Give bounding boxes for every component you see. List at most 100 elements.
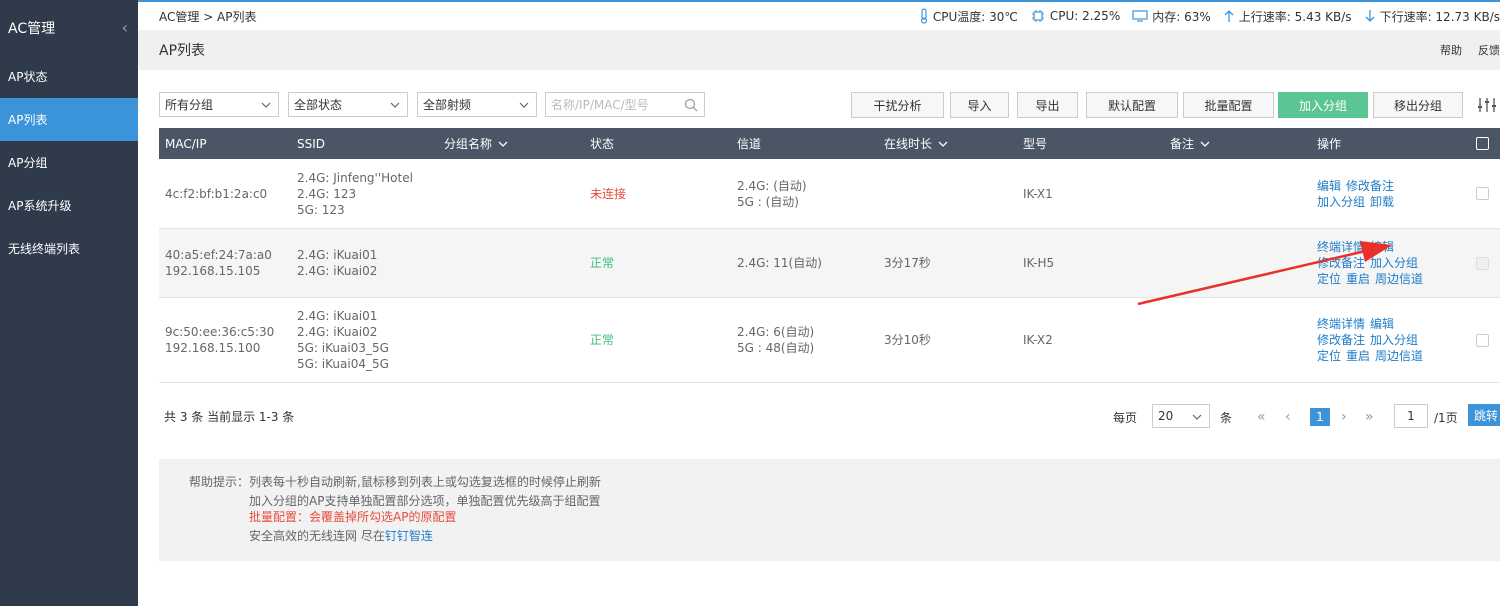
feedback-link[interactable]: 反馈 — [1478, 42, 1500, 58]
memory-stat: 内存: 63% — [1132, 8, 1211, 25]
chevron-down-icon — [1192, 414, 1202, 420]
chevron-down-icon — [519, 102, 529, 108]
restart-link[interactable]: 重启 — [1346, 272, 1370, 286]
per-page-value: 20 — [1158, 409, 1174, 423]
nearby-channel-link[interactable]: 周边信道 — [1375, 349, 1423, 363]
ip-address: 192.168.15.100 — [165, 341, 261, 355]
jump-button[interactable]: 跳转 — [1468, 404, 1500, 426]
chevron-down-icon — [390, 102, 400, 108]
interference-analysis-button[interactable]: 干扰分析 — [851, 92, 944, 118]
default-config-button[interactable]: 默认配置 — [1086, 92, 1178, 118]
prev-page-icon[interactable]: ‹ — [1285, 409, 1291, 425]
cell-ops: 终端详情 编辑 修改备注 加入分组 定位 重启 周边信道 — [1317, 229, 1428, 297]
sidebar-item-ap-list[interactable]: AP列表 — [0, 98, 138, 141]
import-button[interactable]: 导入 — [950, 92, 1009, 118]
leave-group-button[interactable]: 移出分组 — [1373, 92, 1463, 118]
nearby-channel-link[interactable]: 周边信道 — [1375, 272, 1423, 286]
client-details-link[interactable]: 终端详情 — [1317, 317, 1365, 331]
edit-remark-link[interactable]: 修改备注 — [1346, 179, 1394, 193]
locate-link[interactable]: 定位 — [1317, 349, 1341, 363]
model-text: IK-X2 — [1023, 333, 1053, 347]
sidebar-item-label: AP系统升级 — [8, 199, 72, 213]
sidebar-item-ap-group[interactable]: AP分组 — [0, 141, 138, 184]
select-all-checkbox[interactable] — [1476, 137, 1489, 150]
join-group-link[interactable]: 加入分组 — [1370, 333, 1418, 347]
group-select[interactable]: 所有分组 — [159, 92, 279, 117]
channel-line: 5G : 48(自动) — [737, 341, 815, 355]
channel-line: 2.4G: 11(自动) — [737, 256, 822, 270]
status-text: 未连接 — [590, 186, 627, 201]
row-checkbox[interactable] — [1476, 333, 1489, 347]
edit-remark-link[interactable]: 修改备注 — [1317, 333, 1365, 347]
sidebar-item-ap-upgrade[interactable]: AP系统升级 — [0, 184, 138, 227]
arrow-up-icon — [1224, 10, 1234, 22]
ip-address: 192.168.15.105 — [165, 264, 261, 278]
breadcrumb: AC管理 > AP列表 — [159, 9, 257, 24]
ops-line: 编辑 修改备注 — [1317, 178, 1399, 194]
dingding-link[interactable]: 钉钉智连 — [385, 529, 433, 543]
row-checkbox[interactable] — [1476, 187, 1489, 200]
sidebar-header: AC管理 ‹ — [0, 0, 138, 55]
download-stat: 下行速率: 12.73 KB/s — [1364, 8, 1500, 25]
uptime-text: 3分10秒 — [884, 333, 931, 347]
help-line-1: 帮助提示：列表每十秒自动刷新,鼠标移到列表上或勾选复选框的时候停止刷新 — [189, 473, 601, 491]
locate-link[interactable]: 定位 — [1317, 272, 1341, 286]
mac-address: 9c:50:ee:36:c5:30 — [165, 325, 275, 339]
edit-link[interactable]: 编辑 — [1317, 179, 1341, 193]
title-links: 帮助 反馈 — [1424, 42, 1500, 58]
column-uptime[interactable]: 在线时长 — [884, 128, 950, 159]
help-line-4: 安全高效的无线连网 尽在钉钉智连 — [249, 527, 433, 545]
band-select[interactable]: 全部射频 — [417, 92, 537, 117]
column-remark[interactable]: 备注 — [1170, 128, 1212, 159]
edit-link[interactable]: 编辑 — [1370, 240, 1394, 254]
cpu-temp-stat: CPU温度: 30℃ — [919, 8, 1018, 25]
batch-config-button[interactable]: 批量配置 — [1183, 92, 1274, 118]
ssid-line: 2.4G: iKuai01 — [297, 309, 378, 323]
table-row: 9c:50:ee:36:c5:30 192.168.15.100 2.4G: i… — [159, 298, 1500, 383]
search-input[interactable] — [551, 97, 681, 112]
arrow-down-icon — [1365, 10, 1375, 22]
export-button[interactable]: 导出 — [1017, 92, 1078, 118]
per-page-select[interactable]: 20 — [1152, 404, 1210, 428]
join-group-link[interactable]: 加入分组 — [1317, 195, 1365, 209]
help-prefix: 帮助提示： — [189, 475, 250, 489]
client-details-link[interactable]: 终端详情 — [1317, 240, 1365, 254]
status-text: 正常 — [590, 333, 615, 347]
total-pages: /1页 — [1434, 411, 1458, 425]
column-ssid: SSID — [297, 136, 326, 151]
sidebar-item-wireless-clients[interactable]: 无线终端列表 — [0, 227, 138, 270]
ops-line: 加入分组 卸载 — [1317, 194, 1399, 210]
sidebar-title: AC管理 — [8, 20, 56, 37]
cell-select — [1476, 159, 1489, 228]
cell-select — [1476, 298, 1489, 382]
pagination-bar: 共 3 条 当前显示 1-3 条 每页 20 条 « ‹ 1 › » 1 /1页… — [159, 400, 1500, 432]
first-page-icon[interactable]: « — [1257, 409, 1266, 425]
sidebar-item-ap-status[interactable]: AP状态 — [0, 55, 138, 98]
uninstall-link[interactable]: 卸载 — [1370, 195, 1394, 209]
edit-link[interactable]: 编辑 — [1370, 317, 1394, 331]
join-group-button[interactable]: 加入分组 — [1278, 92, 1368, 118]
column-group[interactable]: 分组名称 — [444, 128, 510, 159]
next-page-icon[interactable]: › — [1341, 409, 1347, 425]
restart-link[interactable]: 重启 — [1346, 349, 1370, 363]
column-remark-label: 备注 — [1170, 137, 1195, 151]
help-link[interactable]: 帮助 — [1440, 42, 1462, 58]
cell-ops: 终端详情 编辑 修改备注 加入分组 定位 重启 周边信道 — [1317, 298, 1428, 382]
join-group-link[interactable]: 加入分组 — [1370, 256, 1418, 270]
per-page-label: 每页 — [1113, 411, 1138, 425]
page-title: AP列表 — [159, 43, 206, 59]
status-select[interactable]: 全部状态 — [288, 92, 408, 117]
edit-remark-link[interactable]: 修改备注 — [1317, 256, 1365, 270]
cell-channel: 2.4G: 6(自动) 5G : 48(自动) — [737, 298, 814, 382]
page-number-input[interactable]: 1 — [1394, 404, 1428, 428]
system-stats: CPU温度: 30℃ CPU: 2.25% 内存: 63% 上行速率: 5.43… — [907, 8, 1500, 25]
ops-line: 定位 重启 周边信道 — [1317, 348, 1428, 364]
chevron-left-icon[interactable]: ‹ — [122, 18, 128, 37]
last-page-icon[interactable]: » — [1365, 409, 1374, 425]
search-icon[interactable] — [684, 98, 698, 112]
memory-text: 内存: 63% — [1152, 9, 1211, 24]
row-checkbox[interactable] — [1476, 256, 1489, 270]
current-page-button[interactable]: 1 — [1310, 408, 1330, 426]
monitor-icon — [1132, 10, 1148, 22]
column-settings-icon[interactable] — [1477, 96, 1497, 114]
